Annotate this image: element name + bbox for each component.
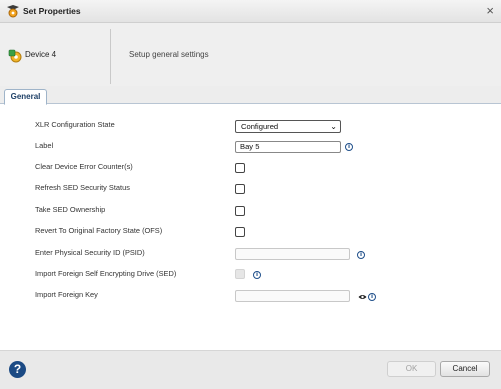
psid-info-icon[interactable]: i [357,251,365,259]
revert-ofs-checkbox[interactable] [235,227,245,237]
window-title: Set Properties [23,6,81,16]
psid-label: Enter Physical Security ID (PSID) [35,248,145,257]
tab-strip: General [0,86,501,105]
refresh-sed-label: Refresh SED Security Status [35,183,130,192]
foreign-key-input[interactable] [235,290,350,302]
label-info-icon[interactable]: i [345,143,353,151]
device-name: Device 4 [25,50,57,59]
label-field-label: Label [35,141,54,150]
import-sed-info-icon[interactable]: i [253,271,261,279]
xlr-state-label: XLR Configuration State [35,120,115,129]
import-sed-checkbox[interactable] [235,269,245,279]
clear-errors-label: Clear Device Error Counter(s) [35,162,133,171]
show-password-eye-icon[interactable] [358,294,367,300]
help-icon[interactable]: ? [9,361,26,378]
xlr-state-select[interactable]: Configured ⌄ [235,120,341,133]
cancel-button[interactable]: Cancel [440,361,490,377]
label-input[interactable]: Bay 5 [235,141,341,153]
foreign-key-info-icon[interactable]: i [368,293,376,301]
xlr-state-value: Configured [241,122,279,131]
header-divider [110,29,111,84]
settings-app-icon [7,5,19,18]
psid-input[interactable] [235,248,350,260]
general-settings-form: XLR Configuration State Configured ⌄ Lab… [0,105,501,350]
take-ownership-label: Take SED Ownership [35,205,106,214]
header-description: Setup general settings [129,50,209,59]
device-gear-icon [8,49,22,63]
foreign-key-label: Import Foreign Key [35,290,98,299]
clear-errors-checkbox[interactable] [235,163,245,173]
dialog-header: Device 4 Setup general settings [0,23,501,86]
import-sed-label: Import Foreign Self Encrypting Drive (SE… [35,269,177,278]
title-bar: Set Properties × [0,0,501,23]
refresh-sed-checkbox[interactable] [235,184,245,194]
dialog-footer: ? OK Cancel [0,350,501,389]
chevron-down-icon: ⌄ [330,122,337,131]
ok-button[interactable]: OK [387,361,436,377]
tab-general[interactable]: General [4,89,47,105]
close-icon[interactable]: × [486,3,494,18]
revert-ofs-label: Revert To Original Factory State (OFS) [35,226,163,235]
take-ownership-checkbox[interactable] [235,206,245,216]
